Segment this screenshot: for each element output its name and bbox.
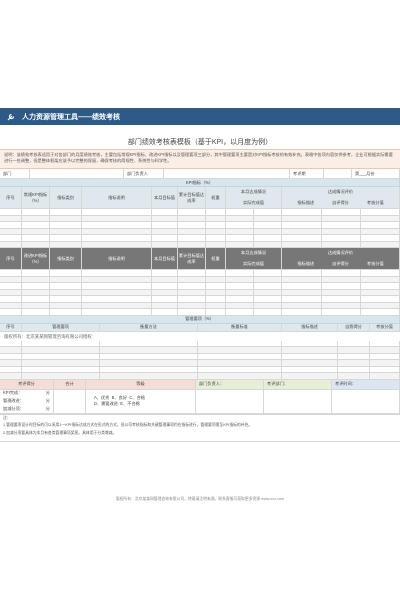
bonus-score-label: 加减分项： — [3, 405, 24, 411]
performance-sheet: 人力资源管理工具——绩效考核 部门绩效考核表模板（基于KPI，以月度为例） 说明… — [0, 108, 400, 442]
mgmt-header-row: 序号 管理要项 衡量方法 衡量标准 指标描述 自我得分 考核分值 — [0, 323, 400, 332]
dept-value[interactable] — [30, 169, 124, 179]
summary-header-row: 考评得分 合计 等级 部门负责人： 考评部门： 考评时间： — [0, 379, 400, 390]
notes-box: 注： 1.管理要项设计时目标的可以采用1一KPI指标达成方式在形式的方式，但公司… — [0, 413, 400, 442]
period-value[interactable] — [324, 169, 352, 179]
mgmt-score-label: 管理改进： — [3, 397, 24, 403]
note-1: 1.管理要项设计时目标的可以采用1一KPI指标达成方式在形式的方式，但公司考核指… — [3, 423, 253, 427]
notes-title: 注： — [3, 415, 11, 420]
kpi-band: KPI指标（%） — [0, 179, 400, 187]
note-2: 2.加减分项要具体为本月有各类管理事项奖惩。具体用于分类增减。 — [3, 430, 117, 435]
grade-options[interactable]: A、优秀 B、良好 C、合格 D、需要改进 E、不合格 — [86, 389, 196, 414]
mgmt-grid — [0, 340, 400, 380]
kpi-header-row: 序号 常规KPI指标（%） 指标类别 指标说明 本月目标值 累计目标值达成率 权… — [0, 187, 400, 209]
dept-label: 部门 — [0, 169, 30, 179]
doc-description: 说明：该绩效考核表适用于对各部门的月度绩效考核，主要包括常规KPI指标、改进KP… — [0, 149, 400, 169]
period-label: 考评期 — [290, 169, 324, 179]
tool-title: 人力资源管理工具——绩效考核 — [22, 113, 120, 121]
kpi-grid — [0, 209, 400, 248]
head-label: 部门负责人 — [124, 169, 164, 179]
tool-header: 人力资源管理工具——绩效考核 — [0, 108, 400, 125]
month-label: 第___月份 — [352, 169, 400, 179]
doc-title: 部门绩效考核表模板（基于KPI，以月度为例） — [127, 139, 273, 146]
watermark-text: 版权所有：北京某某网管理咨询有限公司授权 — [4, 333, 92, 339]
kpi-score-label: KPI完成： — [3, 390, 23, 396]
info-row: 部门 部门负责人 考评期 第___月份 — [0, 169, 400, 179]
wrench-icon — [4, 110, 18, 124]
mgmt-band: 管理要项（%） — [0, 315, 400, 324]
improve-header-row: 序号 改进KPI指标（%） 指标类别 指标说明 本月目标值 累计目标值达成率 权… — [0, 248, 400, 270]
head-sign-cell[interactable] — [196, 389, 264, 414]
dept-sign-cell[interactable] — [264, 389, 332, 414]
total-score-cell[interactable] — [54, 389, 86, 414]
improve-grid — [0, 270, 400, 316]
head-value[interactable] — [164, 169, 290, 179]
summary-body-row: KPI完成：分 管理改进：分 加减分项：分 A、优秀 B、良好 C、合格 D、需… — [0, 389, 400, 414]
page-footer: 版权所有：北京某某网管理咨询有限公司，转载请注明来源。联系客服可获取更多资源 w… — [115, 497, 285, 501]
date-cell[interactable] — [332, 389, 400, 414]
